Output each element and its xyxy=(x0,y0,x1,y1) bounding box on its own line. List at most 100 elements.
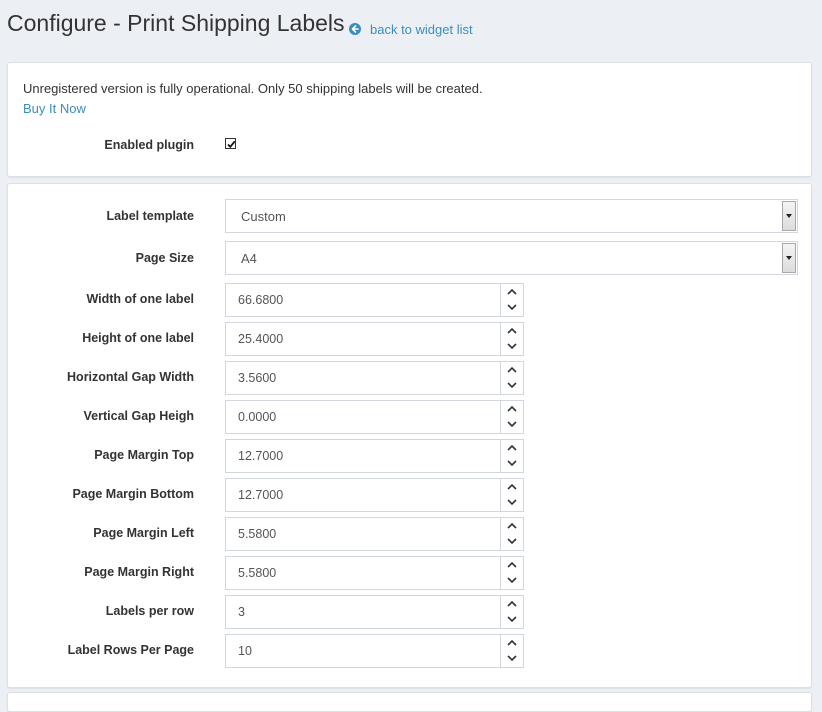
page-margin-top-label: Page Margin Top xyxy=(94,448,194,462)
chevron-down-icon xyxy=(507,655,517,662)
license-panel: Unregistered version is fully operationa… xyxy=(7,62,812,177)
page-title: Configure - Print Shipping Labels xyxy=(7,10,345,36)
chevron-down-icon xyxy=(507,304,517,311)
page-margin-bottom-label: Page Margin Bottom xyxy=(72,487,194,501)
circle-arrow-left-icon xyxy=(349,23,361,35)
page-size-select[interactable]: A4 xyxy=(225,241,798,275)
labels-per-row-input[interactable]: 3 xyxy=(225,595,524,629)
increment-button[interactable] xyxy=(501,635,523,651)
number-input-value[interactable]: 3 xyxy=(238,605,245,619)
back-link-label[interactable]: back to widget list xyxy=(370,22,473,37)
decrement-button[interactable] xyxy=(501,534,523,550)
decrement-button[interactable] xyxy=(501,378,523,394)
buy-it-now-link[interactable]: Buy It Now xyxy=(23,101,86,116)
number-spinner xyxy=(500,635,523,667)
page-margin-bottom-input[interactable]: 12.7000 xyxy=(225,478,524,512)
chevron-up-icon xyxy=(507,288,517,295)
label-template-label: Label template xyxy=(106,209,194,223)
checkmark-icon xyxy=(227,140,236,149)
decrement-button[interactable] xyxy=(501,651,523,667)
dropdown-arrow-icon[interactable] xyxy=(782,201,796,231)
chevron-down-icon xyxy=(507,382,517,389)
page-margin-left-input[interactable]: 5.5800 xyxy=(225,517,524,551)
number-input-value[interactable]: 12.7000 xyxy=(238,488,283,502)
decrement-button[interactable] xyxy=(501,417,523,433)
chevron-down-icon xyxy=(507,577,517,584)
chevron-up-icon xyxy=(507,444,517,451)
decrement-button[interactable] xyxy=(501,456,523,472)
page-size-label: Page Size xyxy=(135,251,194,265)
vertical-gap-heigh-label: Vertical Gap Heigh xyxy=(83,409,194,423)
chevron-down-icon xyxy=(507,343,517,350)
chevron-down-icon xyxy=(507,499,517,506)
increment-button[interactable] xyxy=(501,401,523,417)
chevron-up-icon xyxy=(507,327,517,334)
number-input-value[interactable]: 5.5800 xyxy=(238,566,276,580)
chevron-up-icon xyxy=(507,639,517,646)
decrement-button[interactable] xyxy=(501,339,523,355)
number-spinner xyxy=(500,323,523,355)
number-spinner xyxy=(500,518,523,550)
page-margin-left-label: Page Margin Left xyxy=(93,526,194,540)
horizontal-gap-width-input[interactable]: 3.5600 xyxy=(225,361,524,395)
back-to-widget-list-link[interactable]: back to widget list xyxy=(349,20,473,38)
increment-button[interactable] xyxy=(501,479,523,495)
page-margin-right-label: Page Margin Right xyxy=(84,565,194,579)
number-input-value[interactable]: 0.0000 xyxy=(238,410,276,424)
chevron-down-icon xyxy=(507,538,517,545)
chevron-up-icon xyxy=(507,366,517,373)
decrement-button[interactable] xyxy=(501,612,523,628)
number-input-value[interactable]: 25.4000 xyxy=(238,332,283,346)
number-spinner xyxy=(500,284,523,316)
label-rows-per-page-input[interactable]: 10 xyxy=(225,634,524,668)
height-of-one-label-label: Height of one label xyxy=(82,331,194,345)
labels-per-row-label: Labels per row xyxy=(105,604,194,618)
increment-button[interactable] xyxy=(501,362,523,378)
decrement-button[interactable] xyxy=(501,573,523,589)
number-input-value[interactable]: 3.5600 xyxy=(238,371,276,385)
number-input-value[interactable]: 10 xyxy=(238,644,252,658)
page-margin-top-input[interactable]: 12.7000 xyxy=(225,439,524,473)
number-spinner xyxy=(500,401,523,433)
number-spinner xyxy=(500,440,523,472)
label-template-value: Custom xyxy=(241,209,286,224)
decrement-button[interactable] xyxy=(501,300,523,316)
chevron-down-icon xyxy=(507,460,517,467)
label-template-select[interactable]: Custom xyxy=(225,199,798,233)
chevron-down-icon xyxy=(507,616,517,623)
number-input-value[interactable]: 12.7000 xyxy=(238,449,283,463)
increment-button[interactable] xyxy=(501,284,523,300)
increment-button[interactable] xyxy=(501,323,523,339)
chevron-up-icon xyxy=(507,600,517,607)
page-size-value: A4 xyxy=(241,251,257,266)
dropdown-arrow-icon[interactable] xyxy=(782,243,796,273)
number-spinner xyxy=(500,596,523,628)
vertical-gap-heigh-input[interactable]: 0.0000 xyxy=(225,400,524,434)
number-input-value[interactable]: 66.6800 xyxy=(238,293,283,307)
decrement-button[interactable] xyxy=(501,495,523,511)
number-spinner xyxy=(500,479,523,511)
chevron-up-icon xyxy=(507,522,517,529)
page-header: Configure - Print Shipping Labels back t… xyxy=(0,0,822,54)
number-spinner xyxy=(500,557,523,589)
chevron-up-icon xyxy=(507,561,517,568)
chevron-up-icon xyxy=(507,483,517,490)
page-margin-right-input[interactable]: 5.5800 xyxy=(225,556,524,590)
increment-button[interactable] xyxy=(501,557,523,573)
increment-button[interactable] xyxy=(501,518,523,534)
increment-button[interactable] xyxy=(501,440,523,456)
width-of-one-label-label: Width of one label xyxy=(86,292,194,306)
label-rows-per-page-label: Label Rows Per Page xyxy=(67,643,194,657)
chevron-down-icon xyxy=(507,421,517,428)
width-of-one-label-input[interactable]: 66.6800 xyxy=(225,283,524,317)
increment-button[interactable] xyxy=(501,596,523,612)
number-spinner xyxy=(500,362,523,394)
horizontal-gap-width-label: Horizontal Gap Width xyxy=(67,370,194,384)
enabled-plugin-checkbox[interactable] xyxy=(225,138,236,149)
chevron-up-icon xyxy=(507,405,517,412)
height-of-one-label-input[interactable]: 25.4000 xyxy=(225,322,524,356)
number-input-value[interactable]: 5.5800 xyxy=(238,527,276,541)
enabled-plugin-label: Enabled plugin xyxy=(104,138,194,152)
footer-panel xyxy=(7,692,812,712)
license-notice: Unregistered version is fully operationa… xyxy=(23,81,483,96)
